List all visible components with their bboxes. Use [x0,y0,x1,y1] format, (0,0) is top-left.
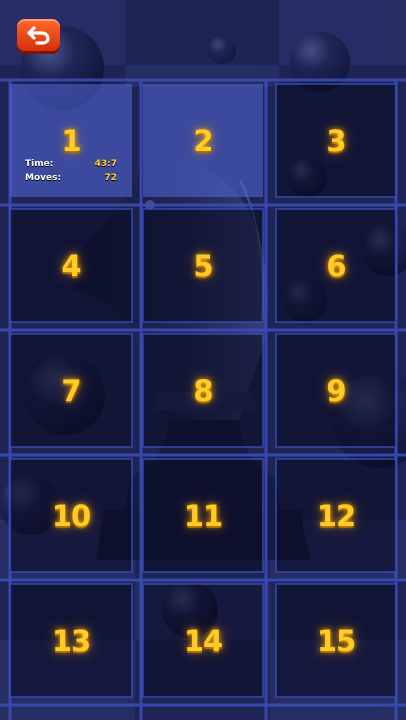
tile-number: 14 [183,623,223,658]
tile-number: 10 [51,498,91,533]
tile-number: 1 [61,123,81,158]
moves-value: 72 [104,173,117,183]
tile-number: 6 [326,248,346,283]
tile-9[interactable]: 9 [275,333,397,448]
puzzle-board: 1 2 3 4 5 6 7 8 9 10 11 12 13 14 15 Time: 43:7 Moves: … [0,0,406,720]
tile-3[interactable]: 3 [275,83,397,198]
tile-number: 12 [316,498,356,533]
tile-12[interactable]: 12 [275,458,397,573]
tile-number: 7 [61,373,81,408]
tile-13[interactable]: 13 [9,583,133,698]
tile-10[interactable]: 10 [9,458,133,573]
time-label: Time: [25,159,54,169]
tile-number: 5 [193,248,213,283]
tile-14[interactable]: 14 [142,583,264,698]
tile-number: 11 [183,498,223,533]
tile-number: 9 [326,373,346,408]
back-button[interactable] [17,19,60,51]
tile-7[interactable]: 7 [9,333,133,448]
tile-4[interactable]: 4 [9,208,133,323]
tile-number: 3 [326,123,346,158]
tile-number: 13 [51,623,91,658]
tile-11[interactable]: 11 [142,458,264,573]
moves-label: Moves: [25,173,62,183]
tile-number: 8 [193,373,213,408]
tile-6[interactable]: 6 [275,208,397,323]
tile-15[interactable]: 15 [275,583,397,698]
tile-number: 4 [61,248,81,283]
tile-2[interactable]: 2 [143,84,263,197]
tile-number: 15 [316,623,356,658]
tile-5[interactable]: 5 [142,208,264,323]
tile-8[interactable]: 8 [142,333,264,448]
back-arrow-icon [26,26,50,45]
tile-number: 2 [193,123,213,158]
time-value: 43:7 [94,159,117,169]
stats-panel: Time: 43:7 Moves: 72 [25,157,117,185]
